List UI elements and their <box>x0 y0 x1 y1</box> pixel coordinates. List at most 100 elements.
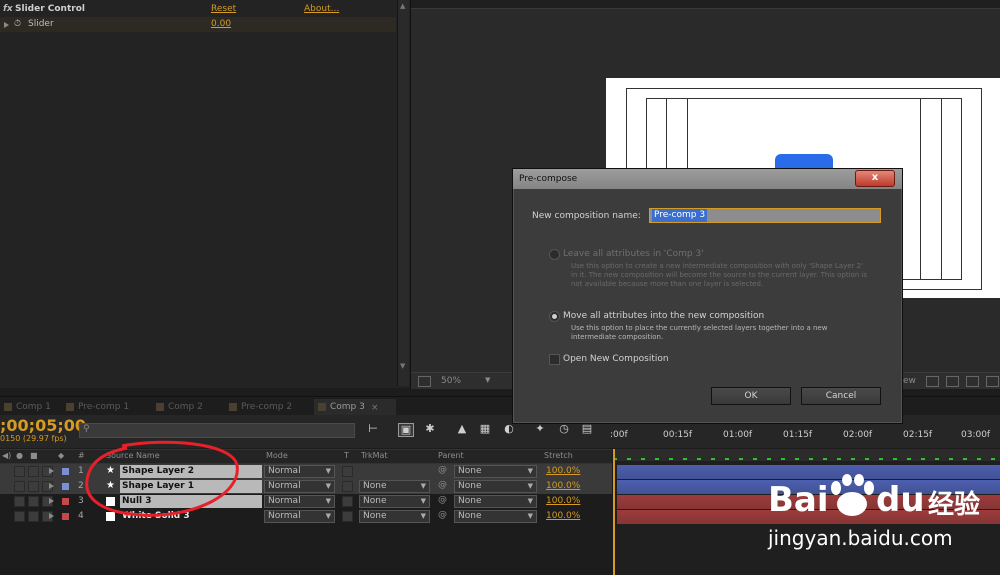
parent-dropdown[interactable]: None ▼ <box>454 495 537 508</box>
composition-name-input[interactable]: Pre-comp 3 <box>649 208 881 223</box>
move-attributes-radio[interactable] <box>549 311 560 322</box>
cancel-button[interactable]: Cancel <box>801 387 881 405</box>
close-button[interactable]: x <box>855 170 895 187</box>
stretch-value[interactable]: 100.0% <box>546 511 580 521</box>
expand-triangle-icon[interactable] <box>49 513 54 519</box>
mode-dropdown[interactable]: Normal ▼ <box>264 480 335 493</box>
comp-swatch <box>318 403 326 411</box>
scroll-up-icon[interactable]: ▲ <box>400 2 405 10</box>
slider-param-label: Slider <box>28 19 54 29</box>
motion-blur-icon[interactable]: ◐ <box>502 423 516 435</box>
expand-triangle-icon[interactable] <box>49 483 54 489</box>
chevron-down-icon: ▼ <box>325 512 331 520</box>
layer-search-input[interactable]: ⚲ <box>79 423 355 438</box>
leave-attributes-label: Leave all attributes in 'Comp 3' <box>563 249 704 259</box>
trkmat-dropdown[interactable]: None ▼ <box>359 495 430 508</box>
preserve-transparency-switch[interactable] <box>342 511 353 522</box>
hide-shy-layers-icon[interactable]: ▲ <box>455 423 469 435</box>
playhead[interactable] <box>613 449 615 575</box>
current-time[interactable]: ;00;05;00 <box>0 416 86 435</box>
pickwhip-icon[interactable]: @ <box>438 480 447 490</box>
solo-switch[interactable] <box>28 511 39 522</box>
view-label[interactable]: ew <box>903 376 916 386</box>
col-t: T <box>344 451 349 460</box>
video-switch[interactable] <box>14 466 25 477</box>
layer-label-color[interactable] <box>62 513 69 520</box>
slider-value[interactable]: 0.00 <box>211 17 231 32</box>
video-switch[interactable] <box>14 496 25 507</box>
audio-icon[interactable]: ◀) <box>2 451 11 460</box>
frame-rate: 0150 (29.97 fps) <box>0 434 67 443</box>
tab-comp-2[interactable]: Comp 2 <box>152 399 228 415</box>
watermark-brand-left: Bai <box>768 480 829 520</box>
solo-icon[interactable]: ● <box>16 451 23 460</box>
frame-blending-icon[interactable]: ▦ <box>478 423 492 435</box>
leave-attributes-radio[interactable] <box>549 249 560 260</box>
zoom-dropdown-icon[interactable]: ▼ <box>485 376 490 384</box>
mode-dropdown[interactable]: Normal ▼ <box>264 510 335 523</box>
tab-label: Comp 1 <box>16 402 51 412</box>
video-switch[interactable] <box>14 481 25 492</box>
stopwatch-icon[interactable]: ⏱ <box>14 17 21 32</box>
effects-scrollbar[interactable]: ▲ ▼ <box>397 0 409 386</box>
draft-3d-icon[interactable]: ✱ <box>423 423 437 435</box>
scroll-down-icon[interactable]: ▼ <box>400 362 405 370</box>
open-new-composition-checkbox[interactable] <box>549 354 560 365</box>
layer-label-color[interactable] <box>62 483 69 490</box>
precompose-dialog: Pre-compose x New composition name: Pre-… <box>512 168 903 424</box>
work-area-bar[interactable] <box>613 449 1000 461</box>
layer-label-color[interactable] <box>62 498 69 505</box>
tab-label: Comp 3 <box>330 402 365 412</box>
preserve-transparency-switch[interactable] <box>342 466 353 477</box>
pickwhip-icon[interactable]: @ <box>438 495 447 505</box>
col-trkmat: TrkMat <box>361 451 388 460</box>
preserve-transparency-switch[interactable] <box>342 496 353 507</box>
live-update-icon[interactable]: ▣ <box>398 423 414 437</box>
pickwhip-icon[interactable]: @ <box>438 465 447 475</box>
graph-editor-icon[interactable]: ▤ <box>580 423 594 435</box>
grid-icon[interactable] <box>946 376 959 387</box>
channel-icon[interactable] <box>966 376 979 387</box>
stretch-value[interactable]: 100.0% <box>546 496 580 506</box>
close-tab-icon[interactable]: × <box>371 400 379 416</box>
trkmat-dropdown[interactable]: None ▼ <box>359 510 430 523</box>
slider-param-row[interactable]: ⏱ Slider 0.00 <box>0 17 396 32</box>
ruler-tick: 01:15f <box>783 430 813 440</box>
parent-dropdown[interactable]: None ▼ <box>454 510 537 523</box>
about-link[interactable]: About... <box>304 2 339 17</box>
solo-switch[interactable] <box>28 466 39 477</box>
comp-mini-flowchart-icon[interactable]: ⊢ <box>366 423 380 435</box>
auto-keyframe-icon[interactable]: ◷ <box>557 423 571 435</box>
label-tag-icon[interactable]: ◆ <box>58 451 64 460</box>
expand-triangle-icon[interactable] <box>49 498 54 504</box>
mode-dropdown[interactable]: Normal ▼ <box>264 495 335 508</box>
dialog-titlebar[interactable]: Pre-compose x <box>513 169 902 189</box>
pickwhip-icon[interactable]: @ <box>438 510 447 520</box>
tab-pre-comp-1[interactable]: Pre-comp 1 <box>62 399 156 415</box>
fast-preview-icon[interactable] <box>986 376 999 387</box>
expand-triangle-icon[interactable] <box>4 22 9 28</box>
ok-button[interactable]: OK <box>711 387 791 405</box>
tab-pre-comp-2[interactable]: Pre-comp 2 <box>225 399 319 415</box>
layer-label-color[interactable] <box>62 468 69 475</box>
video-switch[interactable] <box>14 511 25 522</box>
tab-comp-3[interactable]: Comp 3 × <box>314 399 396 415</box>
reset-link[interactable]: Reset <box>211 2 236 17</box>
effect-header-row[interactable]: fx Slider Control Reset About... <box>0 2 396 17</box>
mode-dropdown[interactable]: Normal ▼ <box>264 465 335 478</box>
expand-triangle-icon[interactable] <box>49 468 54 474</box>
stretch-value[interactable]: 100.0% <box>546 481 580 491</box>
stretch-value[interactable]: 100.0% <box>546 466 580 476</box>
view-layout-icon[interactable] <box>926 376 939 387</box>
zoom-value[interactable]: 50% <box>441 376 461 386</box>
solo-switch[interactable] <box>28 481 39 492</box>
tab-comp-1[interactable]: Comp 1 <box>0 399 71 415</box>
lock-icon[interactable]: ■ <box>30 451 38 460</box>
solo-switch[interactable] <box>28 496 39 507</box>
parent-dropdown[interactable]: None ▼ <box>454 480 537 493</box>
brainstorm-icon[interactable]: ✦ <box>533 423 547 435</box>
region-icon[interactable] <box>418 376 431 387</box>
parent-dropdown[interactable]: None ▼ <box>454 465 537 478</box>
trkmat-dropdown[interactable]: None ▼ <box>359 480 430 493</box>
preserve-transparency-switch[interactable] <box>342 481 353 492</box>
